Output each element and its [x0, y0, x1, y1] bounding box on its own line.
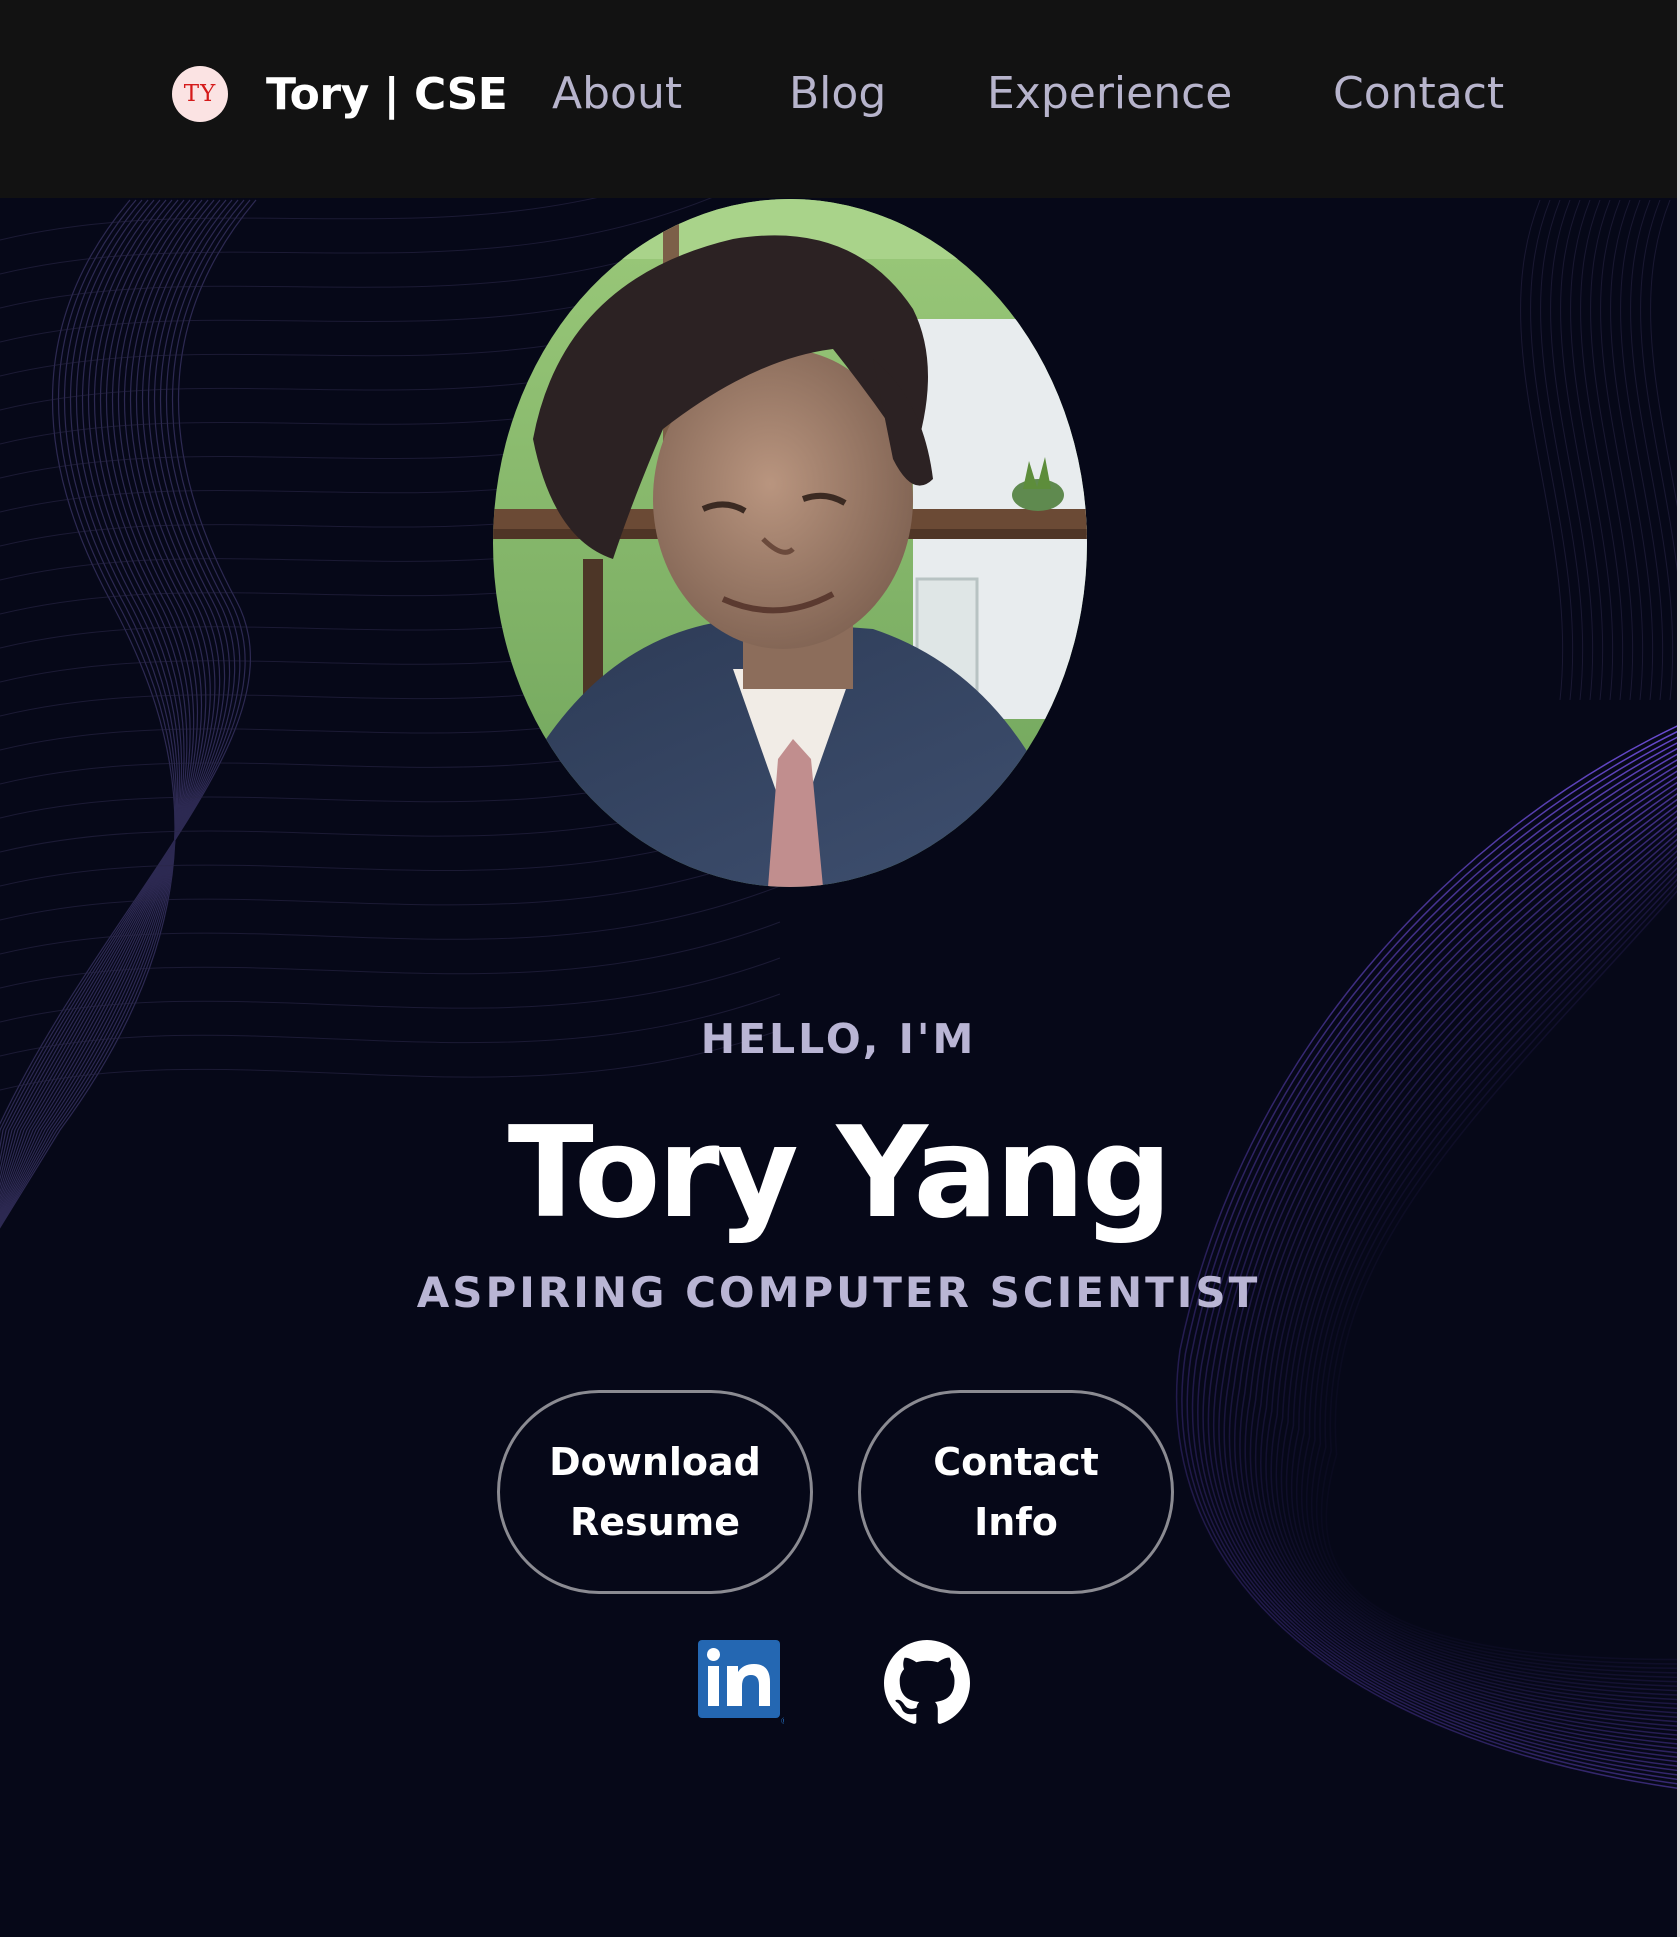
download-resume-button[interactable]: Download Resume [497, 1390, 813, 1594]
brand[interactable]: TY Tory | CSE [172, 64, 508, 124]
nav-experience[interactable]: Experience [987, 64, 1232, 124]
portfolio-page: TY Tory | CSE About Blog Experience Cont… [0, 0, 1680, 1937]
brand-name[interactable]: Tory | CSE [266, 69, 508, 120]
github-link[interactable] [884, 1640, 970, 1726]
nav-about[interactable]: About [552, 64, 682, 124]
svg-text:®: ® [780, 1717, 784, 1726]
contact-info-label: Contact Info [933, 1440, 1099, 1544]
hero-tagline: ASPIRING COMPUTER SCIENTIST [416, 1268, 1261, 1317]
linkedin-icon: ® [698, 1640, 789, 1727]
download-resume-label: Download Resume [549, 1440, 761, 1544]
nav-contact[interactable]: Contact [1333, 64, 1504, 124]
hero-name: Tory Yang [507, 1099, 1173, 1246]
linkedin-link[interactable]: ® [694, 1636, 789, 1727]
nav-blog[interactable]: Blog [789, 64, 886, 124]
hero-greeting: HELLO, I'M [700, 1015, 977, 1063]
brand-logo[interactable]: TY [172, 66, 228, 122]
github-icon [884, 1640, 970, 1724]
site-header: TY Tory | CSE About Blog Experience Cont… [0, 0, 1677, 198]
contact-info-button[interactable]: Contact Info [858, 1390, 1174, 1594]
profile-photo [493, 199, 1087, 887]
